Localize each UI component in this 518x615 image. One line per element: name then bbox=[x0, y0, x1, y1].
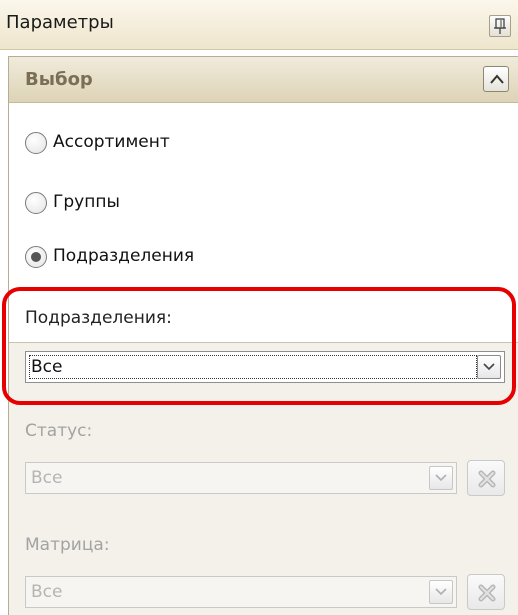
matrix-label: Матрица: bbox=[25, 535, 110, 555]
collapse-button[interactable] bbox=[483, 66, 509, 92]
group-title: Выбор bbox=[25, 69, 93, 90]
radio-selected-dot bbox=[31, 252, 41, 262]
radio-label-departments: Подразделения bbox=[53, 246, 195, 266]
radio-button-departments[interactable] bbox=[25, 246, 47, 268]
matrix-combobox[interactable]: Все bbox=[25, 576, 457, 608]
matrix-dropdown-button[interactable] bbox=[429, 580, 453, 604]
status-clear-button[interactable] bbox=[467, 460, 505, 496]
selection-group: Выбор Ассортимент Группы Подразделения П… bbox=[8, 56, 518, 615]
matrix-value: Все bbox=[31, 582, 63, 602]
pin-icon-glyph bbox=[494, 18, 506, 34]
radio-button-assortment[interactable] bbox=[25, 132, 47, 154]
parameters-panel: Параметры Выбор Ассортимент Группы Подра… bbox=[0, 0, 518, 615]
departments-combobox[interactable]: Все bbox=[25, 351, 505, 383]
panel-header: Параметры bbox=[0, 0, 518, 50]
radio-group: Ассортимент Группы Подразделения bbox=[9, 103, 518, 343]
group-header[interactable]: Выбор bbox=[9, 57, 518, 103]
chevron-down-icon bbox=[435, 588, 447, 596]
clear-icon bbox=[478, 584, 496, 602]
panel-title: Параметры bbox=[6, 12, 114, 33]
radio-label-assortment: Ассортимент bbox=[53, 132, 170, 152]
chevron-down-icon bbox=[483, 363, 495, 371]
pin-icon[interactable] bbox=[489, 15, 511, 37]
status-value: Все bbox=[31, 468, 63, 488]
departments-label: Подразделения: bbox=[25, 308, 172, 328]
departments-dropdown-button[interactable] bbox=[477, 355, 501, 379]
clear-icon bbox=[478, 470, 496, 488]
departments-value: Все bbox=[31, 357, 63, 377]
radio-button-groups[interactable] bbox=[25, 192, 47, 214]
status-label: Статус: bbox=[25, 421, 93, 441]
radio-label-groups: Группы bbox=[53, 192, 120, 212]
matrix-clear-button[interactable] bbox=[467, 574, 505, 610]
status-combobox[interactable]: Все bbox=[25, 462, 457, 494]
chevron-up-icon bbox=[490, 74, 504, 84]
status-dropdown-button[interactable] bbox=[429, 466, 453, 490]
focus-rect bbox=[29, 355, 477, 379]
chevron-down-icon bbox=[435, 474, 447, 482]
